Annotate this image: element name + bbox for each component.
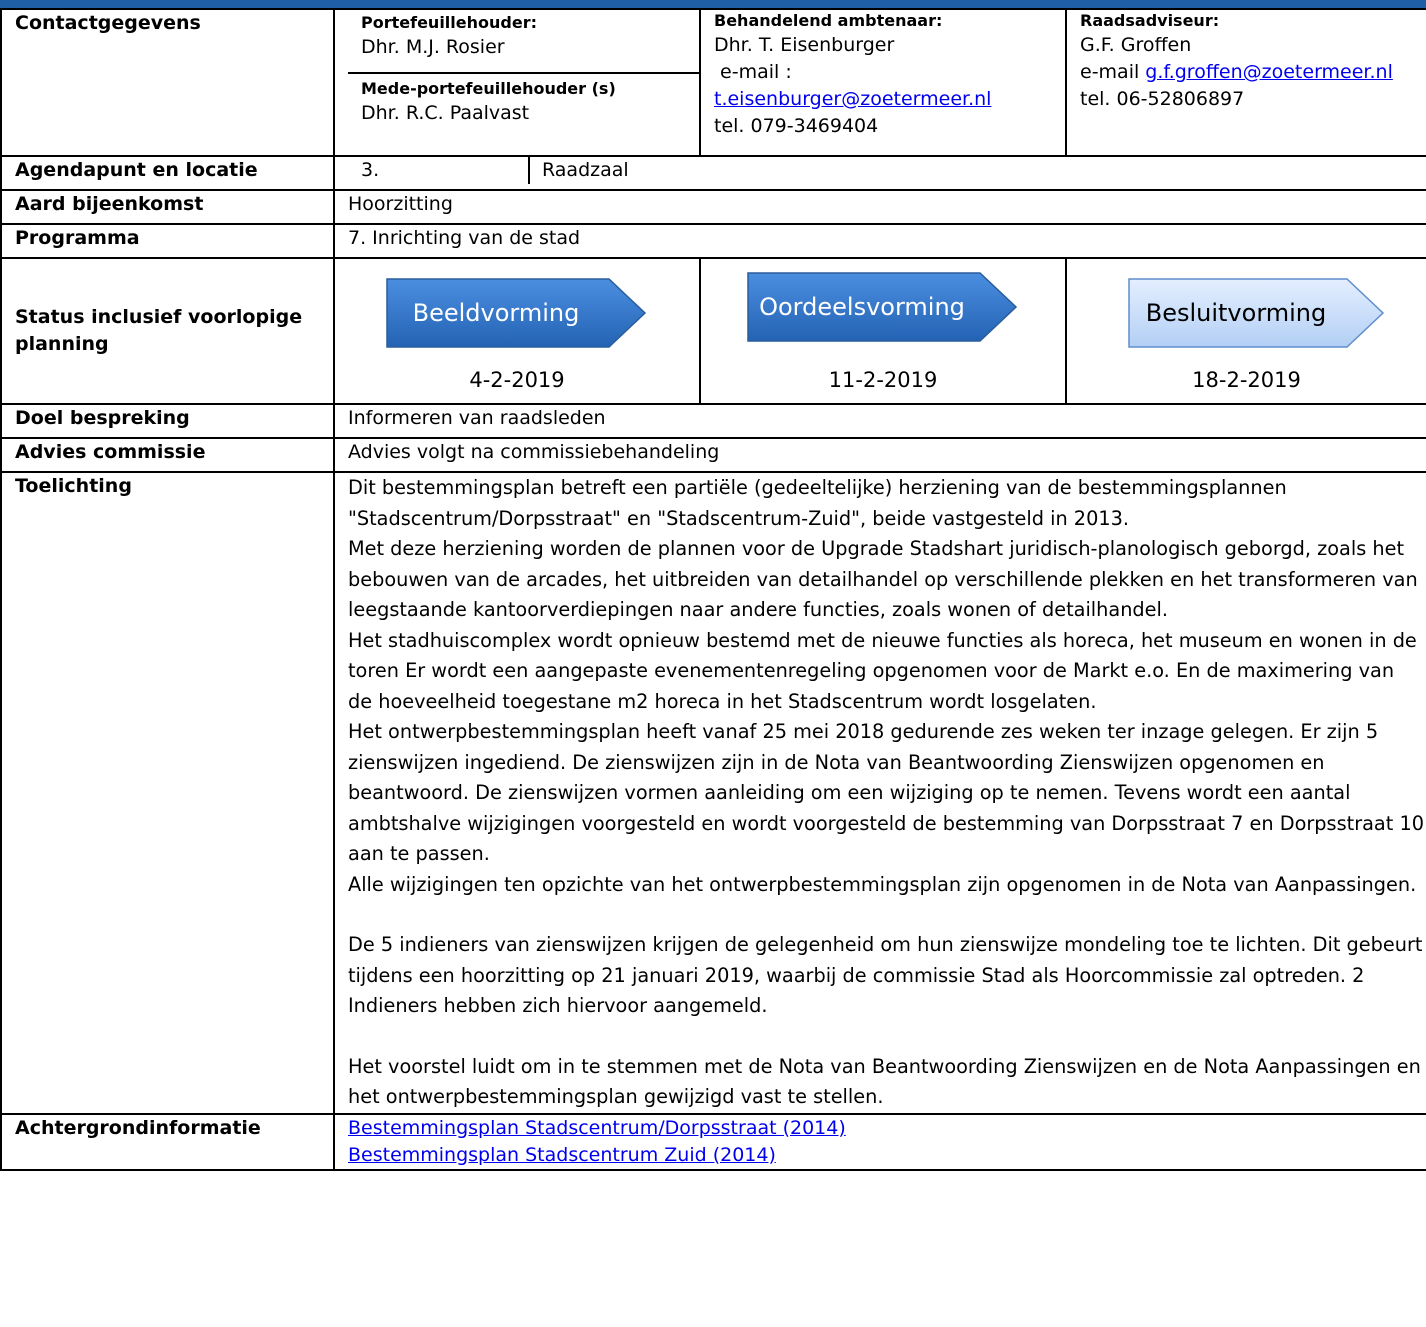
row-contact: Contactgegevens Portefeuillehouder: Dhr.… <box>0 8 1426 157</box>
status-label: Status inclusief voorlopige planning <box>0 257 335 405</box>
adviseur-email-link[interactable]: g.f.groffen@zoetermeer.nl <box>1145 61 1393 83</box>
toelichting-paragraph: Alle wijzigingen ten opzichte van het on… <box>348 872 1417 896</box>
contact-adviseur-cell: Raadsadviseur: G.F. Groffen e-mail g.f.g… <box>1065 8 1426 157</box>
achtergrond-label: Achtergrondinformatie <box>0 1112 335 1171</box>
contact-label: Contactgegevens <box>0 8 335 157</box>
mede-title: Mede-portefeuillehouder (s) <box>361 79 616 98</box>
toelichting-paragraph: Dit bestemmingsplan betreft een partiële… <box>348 476 1287 530</box>
ambtenaar-tel: tel. 079-3469404 <box>714 115 879 137</box>
advies-value: Advies volgt na commissiebehandeling <box>333 437 1426 473</box>
adviseur-tel: tel. 06-52806897 <box>1080 88 1245 110</box>
status-step-2: Oordeelsvorming 11-2-2019 <box>699 257 1067 405</box>
mede-name: Dhr. R.C. Paalvast <box>361 102 530 124</box>
aard-label: Aard bijeenkomst <box>0 189 335 225</box>
status-step-besluitvorming: Besluitvorming <box>1125 277 1387 349</box>
achtergrond-links: Bestemmingsplan Stadscentrum/Dorpsstraat… <box>333 1112 1426 1171</box>
adviseur-title: Raadsadviseur: <box>1080 11 1220 30</box>
aard-value: Hoorzitting <box>333 189 1426 225</box>
agendapunt-label: Agendapunt en locatie <box>0 155 335 191</box>
toelichting-paragraph: Het voorstel luidt om in te stemmen met … <box>348 1054 1421 1109</box>
row-aard: Aard bijeenkomst Hoorzitting <box>0 189 1426 225</box>
row-programma: Programma 7. Inrichting van de stad <box>0 223 1426 259</box>
toelichting-body: Dit bestemmingsplan betreft een partiële… <box>333 471 1426 1115</box>
programma-value: 7. Inrichting van de stad <box>333 223 1426 259</box>
row-status: Status inclusief voorlopige planning Bee… <box>0 257 1426 405</box>
advies-label: Advies commissie <box>0 437 335 473</box>
status-step-2-date: 11-2-2019 <box>828 368 938 392</box>
portefeuille-title: Portefeuillehouder: <box>361 13 537 32</box>
status-step-1-label: Beeldvorming <box>412 298 580 327</box>
toelichting-label: Toelichting <box>0 471 335 1115</box>
row-advies: Advies commissie Advies volgt na commiss… <box>0 437 1426 473</box>
status-step-3-date: 18-2-2019 <box>1192 368 1301 392</box>
status-step-3-label: Besluitvorming <box>1145 298 1327 327</box>
ambtenaar-email-link[interactable]: t.eisenburger@zoetermeer.nl <box>714 88 991 110</box>
agendapunt-value-cell: 3. Raadzaal <box>333 155 1426 191</box>
status-step-3: Besluitvorming 18-2-2019 <box>1065 257 1426 405</box>
adviseur-name: G.F. Groffen <box>1080 34 1192 56</box>
status-step-oordeelsvorming: Oordeelsvorming <box>744 271 1020 343</box>
contact-portefeuille-cell: Portefeuillehouder: Dhr. M.J. Rosier Med… <box>333 8 701 157</box>
row-doel: Doel bespreking Informeren van raadslede… <box>0 403 1426 439</box>
ambtenaar-email-label: e-mail : <box>714 61 792 83</box>
toelichting-paragraph: De 5 indieners van zienswijzen krijgen d… <box>348 933 1423 1017</box>
achtergrond-link-dorpsstraat[interactable]: Bestemmingsplan Stadscentrum/Dorpsstraat… <box>348 1117 846 1139</box>
status-step-2-label: Oordeelsvorming <box>759 292 965 321</box>
doel-value: Informeren van raadsleden <box>333 403 1426 439</box>
row-agendapunt: Agendapunt en locatie 3. Raadzaal <box>0 155 1426 191</box>
status-step-beeldvorming: Beeldvorming <box>383 277 649 349</box>
agendapunt-number: 3. <box>348 157 530 184</box>
ambtenaar-name: Dhr. T. Eisenburger <box>714 34 895 56</box>
portefeuille-name: Dhr. M.J. Rosier <box>361 36 505 58</box>
achtergrond-link-zuid[interactable]: Bestemmingsplan Stadscentrum Zuid (2014) <box>348 1144 776 1166</box>
programma-label: Programma <box>0 223 335 259</box>
row-achtergrond: Achtergrondinformatie Bestemmingsplan St… <box>0 1112 1426 1171</box>
contact-ambtenaar-cell: Behandelend ambtenaar: Dhr. T. Eisenburg… <box>699 8 1067 157</box>
toelichting-paragraph: Het ontwerpbestemmingsplan heeft vanaf 2… <box>348 720 1424 865</box>
toelichting-paragraph: Het stadhuiscomplex wordt opnieuw bestem… <box>348 628 1417 713</box>
toelichting-paragraph: Met deze herziening worden de plannen vo… <box>348 537 1418 621</box>
row-toelichting: Toelichting Dit bestemmingsplan betreft … <box>0 471 1426 1115</box>
status-step-1: Beeldvorming 4-2-2019 <box>333 257 701 405</box>
header-banner <box>0 0 1426 8</box>
status-step-1-date: 4-2-2019 <box>469 368 565 392</box>
agenda-info-table: Contactgegevens Portefeuillehouder: Dhr.… <box>0 8 1426 1171</box>
agendapunt-location: Raadzaal <box>542 159 629 181</box>
adviseur-email-label: e-mail <box>1080 61 1146 83</box>
ambtenaar-title: Behandelend ambtenaar: <box>714 11 943 30</box>
doel-label: Doel bespreking <box>0 403 335 439</box>
